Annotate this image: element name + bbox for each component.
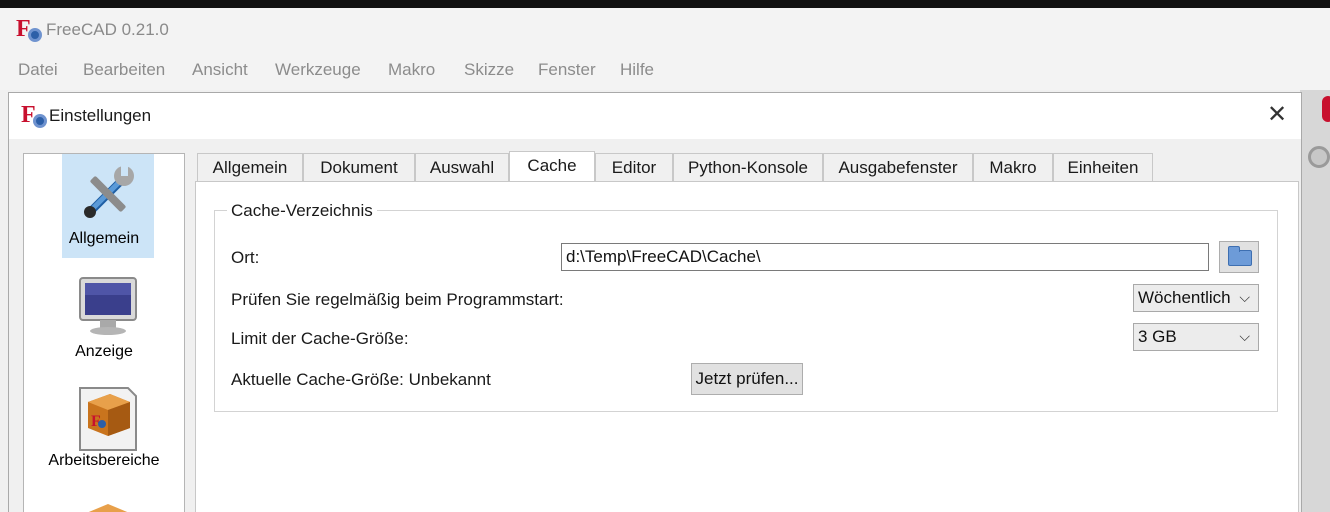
main-titlebar: F FreeCAD 0.21.0: [0, 8, 1330, 50]
cache-limit-label: Limit der Cache-Größe:: [231, 329, 409, 348]
cache-tab-panel: Cache-Verzeichnis Ort: Prüfen Sie regelm…: [195, 181, 1299, 512]
tab-bar: Allgemein Dokument Auswahl Cache Editor …: [197, 151, 1297, 184]
menu-bearbeiten[interactable]: Bearbeiten: [83, 60, 165, 80]
tab-editor[interactable]: Editor: [595, 153, 673, 183]
folder-icon: [1228, 246, 1252, 266]
background-gear-icon: [1308, 146, 1330, 168]
background-red-icon: [1322, 96, 1330, 122]
category-label-anzeige[interactable]: Anzeige: [24, 343, 184, 361]
box-icon[interactable]: [76, 494, 140, 512]
category-list: Allgemein Anzeige F Arbeitsbereiche: [23, 153, 185, 512]
check-interval-select[interactable]: Wöchentlich ⌵: [1133, 284, 1259, 312]
cache-limit-select[interactable]: 3 GB ⌵: [1133, 323, 1259, 351]
tab-python-konsole[interactable]: Python-Konsole: [673, 153, 823, 183]
menu-makro[interactable]: Makro: [388, 60, 435, 80]
menubar: Datei Bearbeiten Ansicht Werkzeuge Makro…: [0, 50, 1330, 90]
cache-path-input[interactable]: [561, 243, 1209, 271]
dialog-titlebar: F Einstellungen ✕: [9, 93, 1301, 139]
cache-limit-value: 3 GB: [1138, 327, 1177, 346]
preferences-dialog: F Einstellungen ✕ Allgemein Anzeige F Ar…: [8, 92, 1302, 512]
menu-datei[interactable]: Datei: [18, 60, 58, 80]
menu-fenster[interactable]: Fenster: [538, 60, 596, 80]
chevron-down-icon: ⌵: [1239, 328, 1250, 344]
check-now-button[interactable]: Jetzt prüfen...: [691, 363, 803, 395]
chevron-down-icon: ⌵: [1239, 289, 1250, 305]
screen: F FreeCAD 0.21.0 Datei Bearbeiten Ansich…: [0, 0, 1330, 512]
main-window-title: FreeCAD 0.21.0: [46, 20, 169, 39]
tab-cache[interactable]: Cache: [509, 151, 595, 184]
workbench-icon[interactable]: F: [76, 386, 140, 452]
category-label-allgemein[interactable]: Allgemein: [24, 230, 184, 248]
current-cache-size-label: Aktuelle Cache-Größe: Unbekannt: [231, 370, 491, 389]
tab-einheiten[interactable]: Einheiten: [1053, 153, 1153, 183]
cache-directory-group: Cache-Verzeichnis Ort: Prüfen Sie regelm…: [214, 201, 1278, 412]
check-interval-value: Wöchentlich: [1138, 288, 1231, 307]
menu-ansicht[interactable]: Ansicht: [192, 60, 248, 80]
tools-icon[interactable]: [76, 162, 140, 226]
dialog-title: Einstellungen: [49, 106, 152, 125]
tab-auswahl[interactable]: Auswahl: [415, 153, 509, 183]
monitor-icon[interactable]: [76, 274, 140, 338]
freecad-logo-icon: F: [16, 16, 42, 44]
menu-werkzeuge[interactable]: Werkzeuge: [275, 60, 361, 80]
menu-skizze[interactable]: Skizze: [464, 60, 514, 80]
top-strip: [0, 0, 1330, 8]
close-icon[interactable]: ✕: [1263, 101, 1291, 129]
location-label: Ort:: [231, 248, 260, 267]
check-interval-label: Prüfen Sie regelmäßig beim Programmstart…: [231, 290, 564, 309]
tab-dokument[interactable]: Dokument: [303, 153, 415, 183]
category-label-arbeitsbereiche[interactable]: Arbeitsbereiche: [24, 452, 184, 470]
group-title: Cache-Verzeichnis: [227, 201, 377, 221]
dialog-freecad-logo-icon: F: [21, 102, 47, 130]
tab-makro[interactable]: Makro: [973, 153, 1053, 183]
browse-folder-button[interactable]: [1219, 241, 1259, 273]
tab-ausgabefenster[interactable]: Ausgabefenster: [823, 153, 973, 183]
tab-allgemein[interactable]: Allgemein: [197, 153, 303, 183]
menu-hilfe[interactable]: Hilfe: [620, 60, 654, 80]
